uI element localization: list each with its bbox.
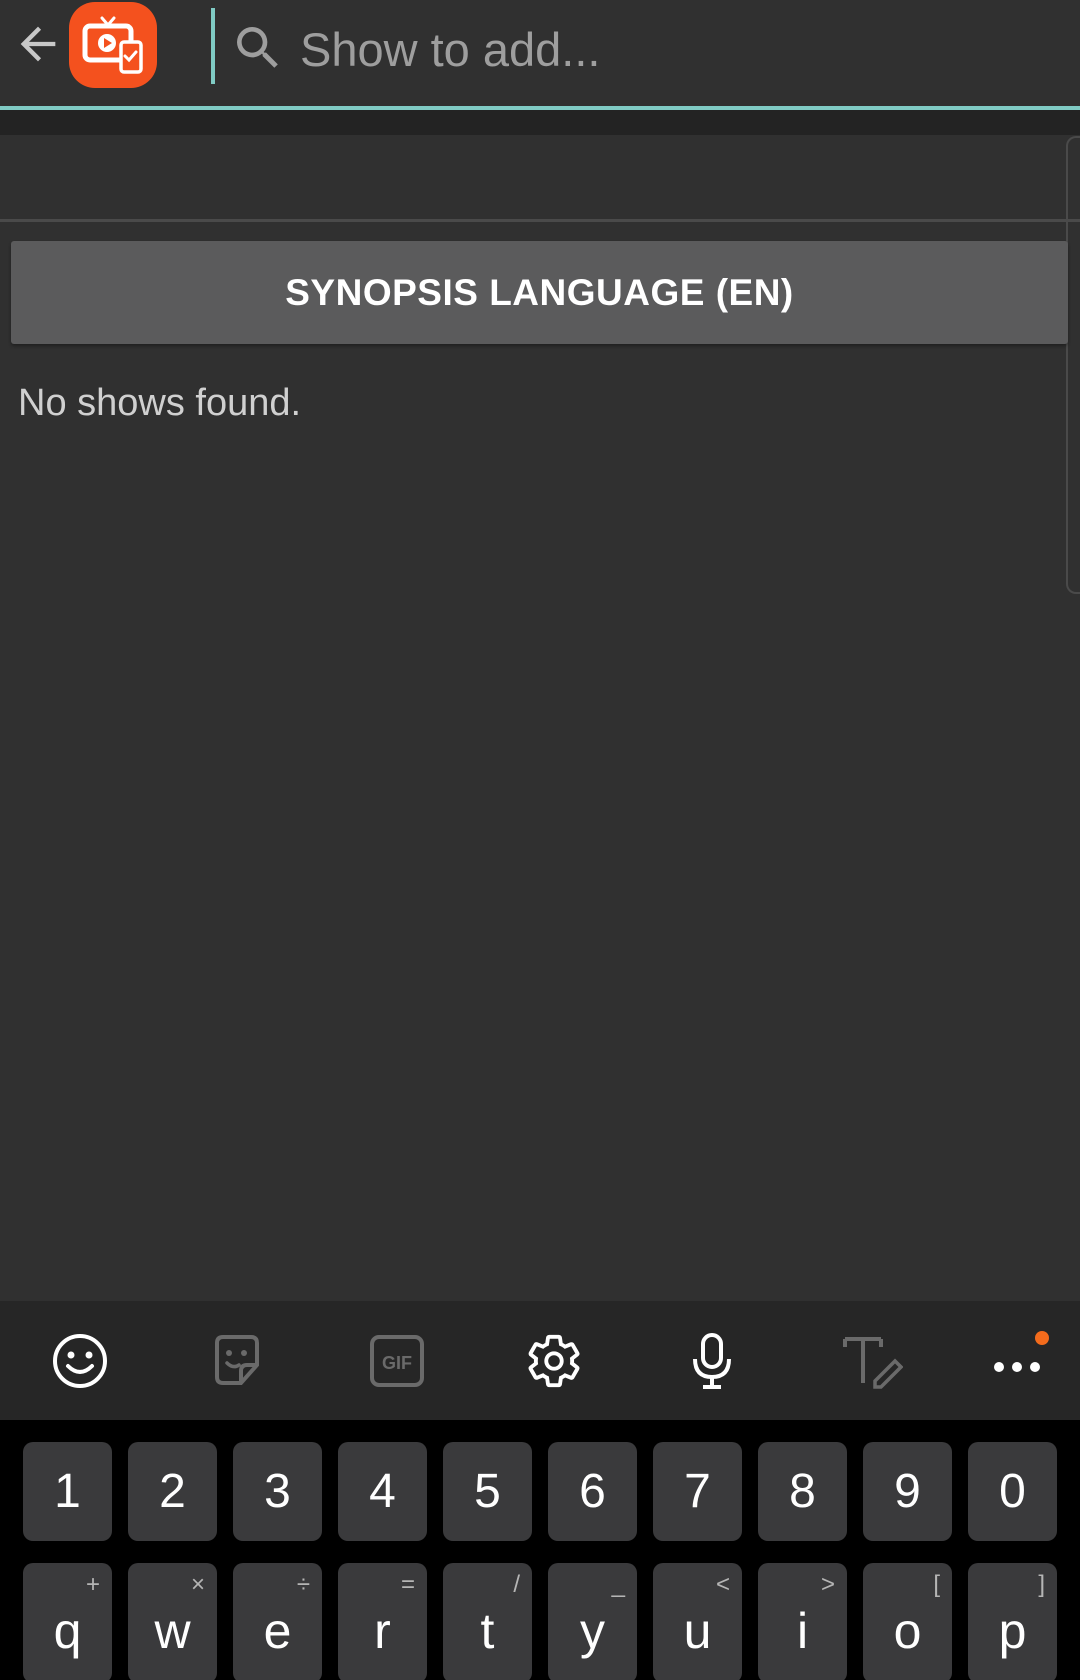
text-cursor: [211, 8, 215, 84]
key-q[interactable]: q +: [23, 1563, 112, 1680]
key-y[interactable]: y _: [548, 1563, 637, 1680]
microphone-icon: [693, 1333, 731, 1389]
key-hint: ]: [1038, 1571, 1045, 1598]
key-5[interactable]: 5: [443, 1442, 532, 1541]
key-label: y: [580, 1603, 605, 1659]
key-label: u: [683, 1603, 712, 1659]
key-4[interactable]: 4: [338, 1442, 427, 1541]
arrow-back-icon: [20, 26, 56, 62]
key-label: q: [53, 1603, 82, 1659]
key-label: w: [154, 1603, 191, 1659]
key-3[interactable]: 3: [233, 1442, 322, 1541]
more-options-button[interactable]: [985, 1329, 1049, 1393]
back-button[interactable]: [6, 12, 70, 76]
key-label: p: [998, 1603, 1027, 1659]
emoji-icon: [53, 1334, 107, 1388]
gif-button[interactable]: GIF: [365, 1329, 429, 1393]
key-hint: <: [715, 1571, 730, 1598]
voice-input-button[interactable]: [680, 1329, 744, 1393]
key-1[interactable]: 1: [23, 1442, 112, 1541]
key-t[interactable]: t /: [443, 1563, 532, 1680]
key-6[interactable]: 6: [548, 1442, 637, 1541]
key-o[interactable]: o [: [863, 1563, 952, 1680]
app-root: SYNOPSIS LANGUAGE (EN) No shows found.: [0, 0, 1080, 1680]
key-label: r: [374, 1603, 391, 1659]
key-hint: /: [513, 1571, 520, 1598]
synopsis-language-button[interactable]: SYNOPSIS LANGUAGE (EN): [11, 241, 1068, 344]
sticker-icon: [215, 1335, 259, 1385]
key-e[interactable]: e ÷: [233, 1563, 322, 1680]
gif-icon: GIF: [370, 1335, 424, 1387]
search-input[interactable]: [300, 14, 1060, 84]
notification-dot: [1035, 1331, 1049, 1345]
key-hint: ×: [190, 1571, 205, 1598]
key-9[interactable]: 9: [863, 1442, 952, 1541]
key-8[interactable]: 8: [758, 1442, 847, 1541]
app-logo-icon: [69, 2, 157, 88]
key-p[interactable]: p ]: [968, 1563, 1057, 1680]
keyboard-toolbar: GIF: [0, 1301, 1080, 1420]
key-i[interactable]: i >: [758, 1563, 847, 1680]
scroll-indicator[interactable]: [1066, 136, 1080, 594]
empty-results-message: No shows found.: [18, 382, 302, 424]
key-hint: >: [820, 1571, 835, 1598]
sticker-button[interactable]: [205, 1329, 269, 1393]
key-0[interactable]: 0: [968, 1442, 1057, 1541]
svg-text:GIF: GIF: [382, 1353, 412, 1373]
toolbar-shadow: [0, 110, 1080, 135]
divider: [0, 219, 1080, 222]
key-u[interactable]: u <: [653, 1563, 742, 1680]
key-label: e: [263, 1603, 292, 1659]
key-hint: +: [85, 1571, 100, 1598]
key-label: i: [796, 1603, 809, 1659]
key-hint: ÷: [296, 1571, 310, 1598]
key-r[interactable]: r =: [338, 1563, 427, 1680]
more-icon: [994, 1362, 1040, 1372]
keyboard: 1 2 3 4 5 6 7 8 9 0 q + w × e ÷ r = t / …: [0, 1420, 1080, 1680]
filter-bar: [0, 135, 1080, 220]
key-7[interactable]: 7: [653, 1442, 742, 1541]
keyboard-settings-button[interactable]: [522, 1329, 586, 1393]
key-label: o: [893, 1603, 922, 1659]
handwriting-button[interactable]: [840, 1329, 904, 1393]
key-hint: =: [400, 1571, 415, 1598]
search-toolbar: [0, 0, 1080, 106]
settings-icon: [528, 1334, 580, 1388]
key-hint: [: [933, 1571, 940, 1598]
emoji-button[interactable]: [48, 1329, 112, 1393]
key-hint: _: [611, 1571, 625, 1598]
key-label: t: [480, 1603, 495, 1659]
search-icon: [237, 27, 278, 68]
handwriting-icon: [843, 1337, 903, 1389]
key-w[interactable]: w ×: [128, 1563, 217, 1680]
key-2[interactable]: 2: [128, 1442, 217, 1541]
